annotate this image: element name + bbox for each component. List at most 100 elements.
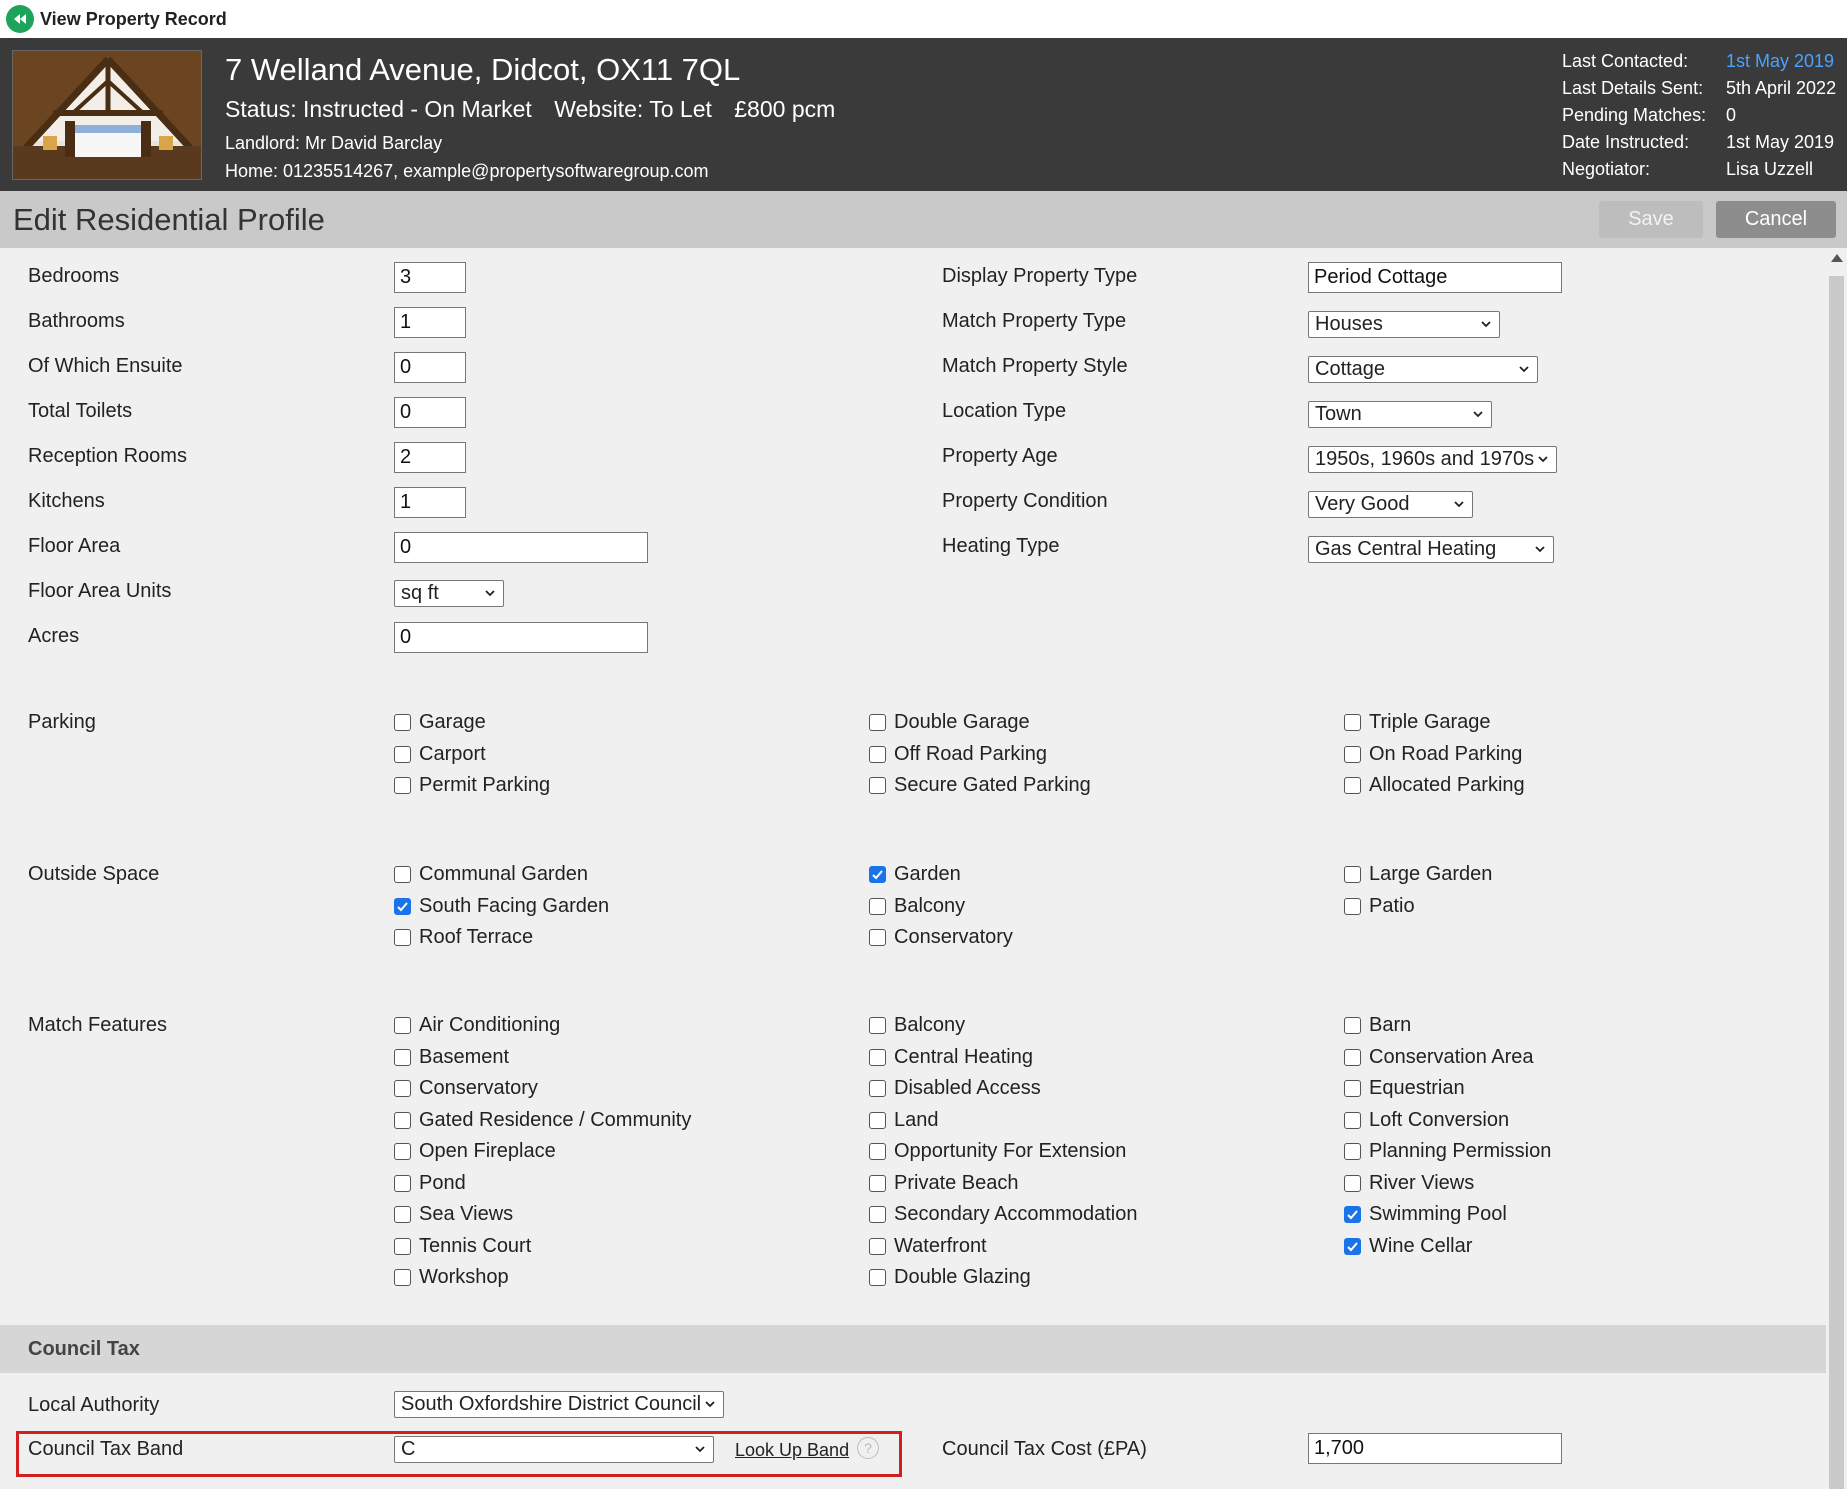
checkbox-box[interactable] [869,1206,886,1223]
outside-south-facing-garden-checkbox[interactable]: South Facing Garden [394,895,609,918]
features-secondary-accommodation-checkbox[interactable]: Secondary Accommodation [869,1203,1137,1226]
property-age-select[interactable]: 1950s, 1960s and 1970s [1308,446,1557,473]
checkbox-box[interactable] [869,1017,886,1034]
parking-garage-checkbox[interactable]: Garage [394,711,486,734]
checkbox-box[interactable] [394,1269,411,1286]
checkbox-box[interactable] [1344,897,1361,915]
heating-type-select[interactable]: Gas Central Heating [1308,536,1554,563]
features-swimming-pool-checkbox[interactable]: Swimming Pool [1344,1203,1507,1226]
checkbox-box[interactable] [394,745,411,763]
match-property-style-select[interactable]: Cottage [1308,356,1538,383]
features-balcony-checkbox[interactable]: Balcony [869,1014,965,1037]
features-open-fireplace-checkbox[interactable]: Open Fireplace [394,1140,556,1163]
checkbox-box[interactable] [869,1080,886,1097]
checkbox-box[interactable] [394,1174,411,1192]
checkbox-box[interactable] [394,714,411,731]
total-toilets-input[interactable]: 0 [394,397,466,428]
checkbox-box[interactable] [869,1143,886,1160]
kitchens-input[interactable]: 1 [394,487,466,518]
features-gated-residence-community-checkbox[interactable]: Gated Residence / Community [394,1109,691,1132]
floor-area-input[interactable]: 0 [394,532,648,563]
checkbox-box[interactable] [869,1237,886,1255]
checkbox-box[interactable] [869,1174,886,1192]
checkbox-box[interactable] [869,777,886,794]
checkbox-box[interactable] [1344,1017,1361,1034]
location-type-select[interactable]: Town [1308,401,1492,428]
checkbox-box[interactable] [1344,1206,1361,1223]
outside-balcony-checkbox[interactable]: Balcony [869,895,965,918]
bathrooms-input[interactable]: 1 [394,307,466,338]
parking-permit-parking-checkbox[interactable]: Permit Parking [394,774,550,797]
checkbox-box[interactable] [394,897,411,915]
help-icon[interactable]: ? [857,1437,879,1459]
checkbox-box[interactable] [869,1111,886,1129]
checkbox-box[interactable] [1344,1111,1361,1129]
features-basement-checkbox[interactable]: Basement [394,1046,509,1069]
features-waterfront-checkbox[interactable]: Waterfront [869,1235,987,1258]
features-barn-checkbox[interactable]: Barn [1344,1014,1411,1037]
parking-secure-gated-parking-checkbox[interactable]: Secure Gated Parking [869,774,1091,797]
features-disabled-access-checkbox[interactable]: Disabled Access [869,1077,1041,1100]
back-arrow-icon[interactable] [6,5,34,33]
parking-allocated-parking-checkbox[interactable]: Allocated Parking [1344,774,1525,797]
checkbox-box[interactable] [1344,714,1361,731]
display-property-type-input[interactable]: Period Cottage [1308,262,1562,293]
local-authority-select[interactable]: South Oxfordshire District Council [394,1391,724,1418]
match-property-type-select[interactable]: Houses [1308,311,1500,338]
council-tax-cost-input[interactable]: 1,700 [1308,1433,1562,1464]
acres-input[interactable]: 0 [394,622,648,653]
reception-rooms-input[interactable]: 2 [394,442,466,473]
parking-on-road-parking-checkbox[interactable]: On Road Parking [1344,743,1522,766]
checkbox-box[interactable] [1344,866,1361,883]
checkbox-box[interactable] [869,929,886,946]
features-opportunity-for-extension-checkbox[interactable]: Opportunity For Extension [869,1140,1126,1163]
checkbox-box[interactable] [1344,1048,1361,1066]
features-wine-cellar-checkbox[interactable]: Wine Cellar [1344,1235,1472,1258]
checkbox-box[interactable] [1344,777,1361,794]
checkbox-box[interactable] [394,1206,411,1223]
view-property-record-link[interactable]: View Property Record [40,9,227,30]
checkbox-box[interactable] [1344,1080,1361,1097]
outside-communal-garden-checkbox[interactable]: Communal Garden [394,863,588,886]
checkbox-box[interactable] [869,714,886,731]
features-private-beach-checkbox[interactable]: Private Beach [869,1172,1019,1195]
features-conservatory-checkbox[interactable]: Conservatory [394,1077,538,1100]
bedrooms-input[interactable]: 3 [394,262,466,293]
parking-double-garage-checkbox[interactable]: Double Garage [869,711,1030,734]
checkbox-box[interactable] [394,1048,411,1066]
vertical-scrollbar[interactable] [1826,248,1847,1489]
parking-triple-garage-checkbox[interactable]: Triple Garage [1344,711,1491,734]
checkbox-box[interactable] [1344,1143,1361,1160]
parking-carport-checkbox[interactable]: Carport [394,743,486,766]
checkbox-box[interactable] [1344,1174,1361,1192]
features-air-conditioning-checkbox[interactable]: Air Conditioning [394,1014,560,1037]
checkbox-box[interactable] [394,929,411,946]
property-condition-select[interactable]: Very Good [1308,491,1473,518]
checkbox-box[interactable] [869,745,886,763]
features-planning-permission-checkbox[interactable]: Planning Permission [1344,1140,1551,1163]
scrollbar-thumb[interactable] [1829,276,1844,1489]
features-conservation-area-checkbox[interactable]: Conservation Area [1344,1046,1534,1069]
checkbox-box[interactable] [394,777,411,794]
checkbox-box[interactable] [1344,745,1361,763]
checkbox-box[interactable] [394,866,411,883]
of-which-ensuite-input[interactable]: 0 [394,352,466,383]
features-loft-conversion-checkbox[interactable]: Loft Conversion [1344,1109,1509,1132]
checkbox-box[interactable] [394,1017,411,1034]
checkbox-box[interactable] [1344,1237,1361,1255]
outside-patio-checkbox[interactable]: Patio [1344,895,1415,918]
features-double-glazing-checkbox[interactable]: Double Glazing [869,1266,1031,1289]
features-tennis-court-checkbox[interactable]: Tennis Court [394,1235,531,1258]
features-workshop-checkbox[interactable]: Workshop [394,1266,509,1289]
meta-value[interactable]: 1st May 2019 [1726,48,1834,75]
checkbox-box[interactable] [394,1111,411,1129]
parking-off-road-parking-checkbox[interactable]: Off Road Parking [869,743,1047,766]
outside-roof-terrace-checkbox[interactable]: Roof Terrace [394,926,533,949]
cancel-button[interactable]: Cancel [1716,201,1836,238]
checkbox-box[interactable] [869,1269,886,1286]
outside-garden-checkbox[interactable]: Garden [869,863,961,886]
checkbox-box[interactable] [869,866,886,883]
checkbox-box[interactable] [869,897,886,915]
features-equestrian-checkbox[interactable]: Equestrian [1344,1077,1465,1100]
checkbox-box[interactable] [869,1048,886,1066]
